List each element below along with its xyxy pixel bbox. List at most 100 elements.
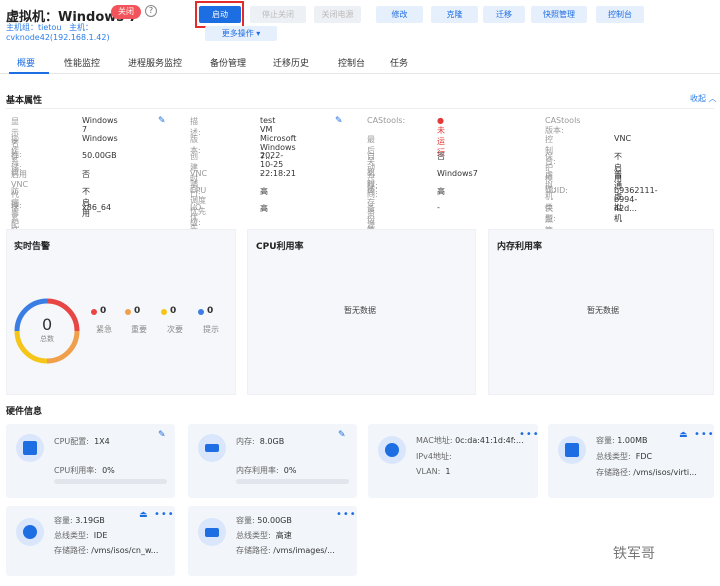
tab-overview[interactable]: 概要 xyxy=(17,56,35,69)
help-icon[interactable]: ? xyxy=(145,5,157,17)
cpu-usage-panel: CPU利用率 暂无数据 xyxy=(247,229,476,395)
floppy-icon xyxy=(558,436,586,464)
tab-backup[interactable]: 备份管理 xyxy=(210,56,246,69)
clone-button[interactable]: 克隆 xyxy=(431,6,478,23)
tab-performance[interactable]: 性能监控 xyxy=(64,56,100,69)
host-link[interactable]: cvknode42(192.168.1.42) xyxy=(6,33,110,42)
tab-bar: 概要 性能监控 进程服务监控 备份管理 迁移历史 控制台 任务 xyxy=(0,46,720,74)
prop-value: Windows7 xyxy=(437,169,478,178)
edit-icon[interactable]: ✎ xyxy=(335,116,343,126)
prop-value: - xyxy=(614,203,617,212)
cpu-usage: CPU利用率: 0% xyxy=(54,466,115,475)
prop-value: - xyxy=(437,203,440,212)
cdrom-bus: 总线类型: IDE xyxy=(54,531,108,540)
cdrom-capacity: 容量: 3.19GB xyxy=(54,516,105,525)
cpu-panel-title: CPU利用率 xyxy=(256,242,304,252)
prop-value: Windows 7 xyxy=(82,116,118,134)
shutdown-button[interactable]: 停止关闭 xyxy=(250,6,306,23)
tab-console[interactable]: 控制台 xyxy=(338,56,365,69)
edit-icon[interactable]: ✎ xyxy=(338,430,346,440)
disk-icon xyxy=(198,518,226,546)
edit-icon[interactable]: ✎ xyxy=(158,430,166,440)
tab-migration-history[interactable]: 迁移历史 xyxy=(273,56,309,69)
power-off-button[interactable]: 关闭电源 xyxy=(314,6,361,23)
more-actions-dropdown[interactable]: 更多操作 ▾ xyxy=(205,26,277,41)
alerts-total: 0 xyxy=(42,315,53,334)
prop-value: Windows xyxy=(82,134,118,143)
more-icon[interactable]: ••• xyxy=(154,509,175,520)
cdrom-card: 容量: 3.19GB 总线类型: IDE 存储路径: /vms/isos/cn_… xyxy=(6,506,175,576)
cdrom-path: 存储路径: /vms/isos/cn_w... xyxy=(54,546,159,555)
info-dot xyxy=(198,309,204,315)
more-icon[interactable]: ••• xyxy=(336,509,357,520)
memory-usage-bar xyxy=(236,479,349,484)
mem-panel-title: 内存利用率 xyxy=(497,242,543,252)
urgent-label: 紧急 xyxy=(96,325,112,334)
mem-empty-text: 暂无数据 xyxy=(587,306,619,315)
disk-card: 容量: 50.00GB 总线类型: 高速 存储路径: /vms/images/.… xyxy=(188,506,357,576)
memory-usage: 内存利用率: 0% xyxy=(236,466,297,475)
minor-label: 次要 xyxy=(167,325,183,334)
prop-value: x86_64 xyxy=(82,203,112,212)
eject-icon[interactable]: ⏏ xyxy=(679,430,688,440)
prop-value: 否 xyxy=(82,170,90,179)
prop-value: 高 xyxy=(260,187,268,196)
more-icon[interactable]: ••• xyxy=(519,429,540,440)
prop-value: test VM xyxy=(260,116,276,134)
urgent-dot xyxy=(91,309,97,315)
tab-process[interactable]: 进程服务监控 xyxy=(128,56,182,69)
prop-label: CAStools: xyxy=(367,116,406,125)
prop-value: VNC xyxy=(614,134,632,143)
memory-icon xyxy=(198,434,226,462)
floppy-capacity: 容量: 1.00MB xyxy=(596,436,648,445)
prop-label: UUID: xyxy=(545,186,568,195)
info-count: 0 xyxy=(207,306,214,316)
vlan: VLAN: 1 xyxy=(416,467,451,476)
cpu-icon xyxy=(16,434,44,462)
hardware-section-title: 硬件信息 xyxy=(6,407,43,417)
active-tab-indicator xyxy=(9,72,49,74)
prop-value: 否 xyxy=(437,152,445,161)
minor-count: 0 xyxy=(170,306,177,316)
memory-usage-panel: 内存利用率 暂无数据 xyxy=(488,229,714,395)
prop-value: 高 xyxy=(260,204,268,213)
status-badge: 关闭 xyxy=(111,5,141,19)
floppy-card: 容量: 1.00MB 总线类型: FDC 存储路径: /vms/isos/vir… xyxy=(548,424,714,498)
host-info: 主机组：tietou 主机： xyxy=(6,22,93,33)
cpu-config: CPU配置: 1X4 xyxy=(54,437,110,446)
host-group-link[interactable]: tietou xyxy=(38,23,61,32)
basic-section-title: 基本属性 xyxy=(6,96,43,106)
network-globe-icon xyxy=(378,436,406,464)
cdrom-icon xyxy=(16,518,44,546)
console-button[interactable]: 控制台 xyxy=(596,6,644,23)
floppy-path: 存储路径: /vms/isos/virti... xyxy=(596,468,697,477)
minor-dot xyxy=(161,309,167,315)
prop-value: b9362111-b994-42d... xyxy=(614,186,658,213)
disk-bus: 总线类型: 高速 xyxy=(236,531,292,540)
highlight-box xyxy=(195,1,244,28)
mac-address: MAC地址: 0c:da:41:1d:4f:... xyxy=(416,436,524,445)
memory-card: 内存: 8.0GB 内存利用率: 0% ✎ xyxy=(188,424,357,498)
major-label: 重要 xyxy=(131,325,147,334)
tab-tasks[interactable]: 任务 xyxy=(390,56,408,69)
urgent-count: 0 xyxy=(100,306,107,316)
host-label: 主机： xyxy=(69,23,94,32)
disk-capacity: 容量: 50.00GB xyxy=(236,516,292,525)
alerts-title: 实时告警 xyxy=(14,242,51,252)
collapse-link[interactable]: 收起 ︿ xyxy=(690,93,717,104)
edit-icon[interactable]: ✎ xyxy=(158,116,166,126)
more-icon[interactable]: ••• xyxy=(694,429,715,440)
alerts-panel: 实时告警 0 总数 0 紧急 0 重要 0 次要 0 提示 xyxy=(6,229,236,395)
floppy-bus: 总线类型: FDC xyxy=(596,452,653,461)
snapshot-button[interactable]: 快照管理 xyxy=(531,6,587,23)
prop-value: 50.00GB xyxy=(82,151,117,160)
modify-button[interactable]: 修改 xyxy=(376,6,423,23)
major-dot xyxy=(125,309,131,315)
eject-icon[interactable]: ⏏ xyxy=(139,510,148,520)
cpu-empty-text: 暂无数据 xyxy=(344,306,376,315)
ipv4-address: IPv4地址: xyxy=(416,452,452,461)
migrate-button[interactable]: 迁移 xyxy=(483,6,525,23)
watermark: 铁军哥 xyxy=(613,546,655,562)
major-count: 0 xyxy=(134,306,141,316)
cpu-usage-bar xyxy=(54,479,167,484)
